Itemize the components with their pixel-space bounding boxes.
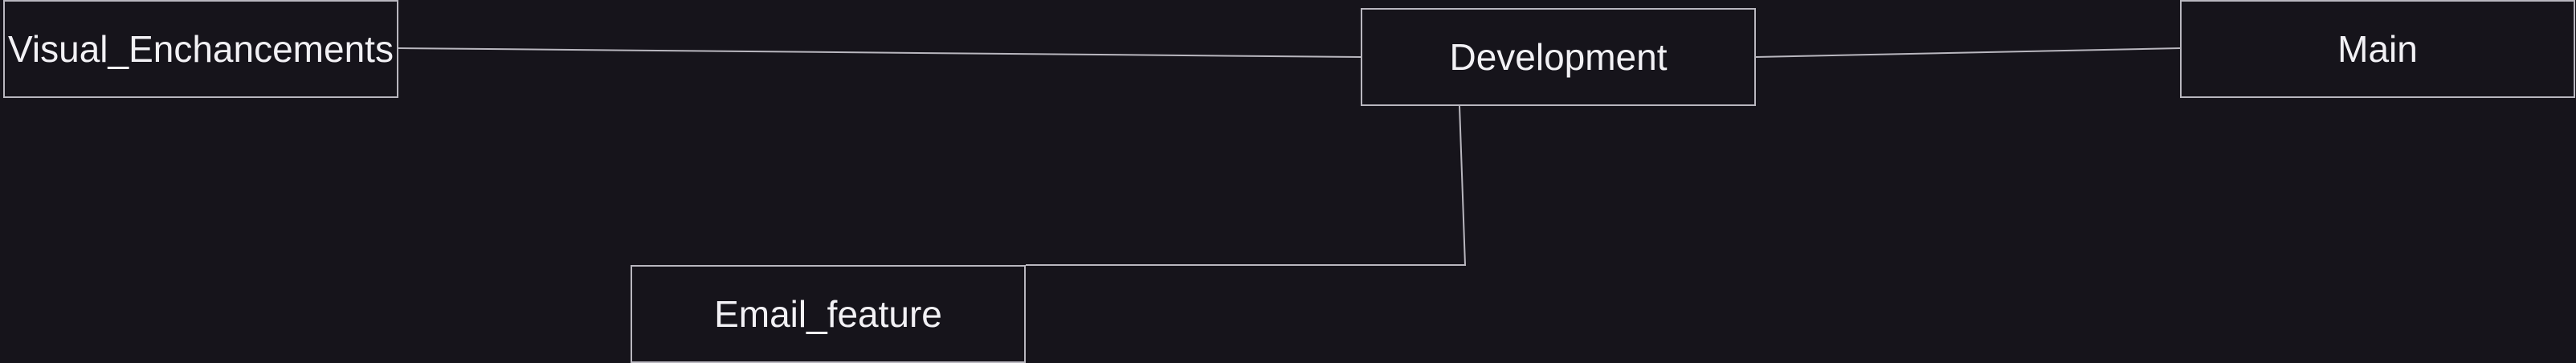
node-label: Development — [1449, 36, 1668, 78]
node-visual-enchancements[interactable]: Visual_Enchancements — [3, 0, 398, 98]
edge-visual-development — [398, 47, 1361, 58]
diagram-canvas: Visual_Enchancements Development Main Em… — [0, 0, 2576, 363]
node-label: Email_feature — [714, 293, 942, 335]
node-label: Main — [2337, 28, 2418, 70]
node-email-feature[interactable]: Email_feature — [631, 265, 1026, 363]
node-label: Visual_Enchancements — [8, 28, 394, 70]
edge-development-main — [1755, 47, 2181, 58]
node-main[interactable]: Main — [2180, 0, 2575, 98]
node-development[interactable]: Development — [1361, 8, 1756, 106]
edge-development-email — [1026, 105, 1467, 266]
